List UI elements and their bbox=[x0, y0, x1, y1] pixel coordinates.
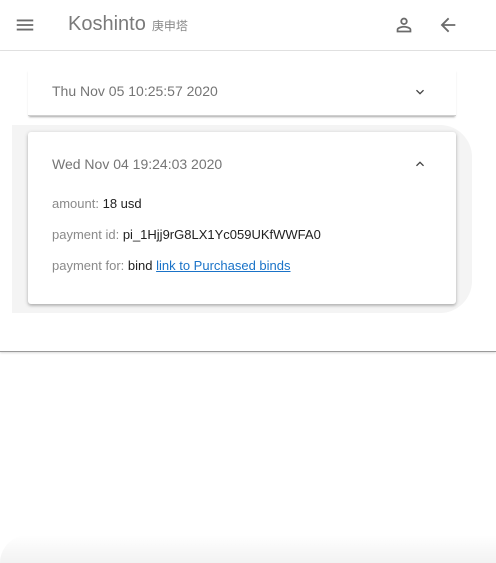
payment-for-value: bind bbox=[127, 258, 153, 273]
arrow-back-icon[interactable] bbox=[436, 13, 460, 37]
payment-for-label: payment for: bbox=[52, 258, 125, 273]
payment-panel-collapsed[interactable]: Thu Nov 05 10:25:57 2020 bbox=[28, 69, 456, 116]
payment-id-value: pi_1Hjj9rG8LX1Yc059UKfWWFA0 bbox=[122, 227, 321, 242]
payment-date[interactable]: Wed Nov 04 19:24:03 2020 bbox=[52, 156, 222, 172]
app-bar: Koshinto 庚申塔 bbox=[0, 0, 496, 51]
payment-id-row: payment id: pi_1Hjj9rG8LX1Yc059UKfWWFA0 bbox=[52, 227, 321, 242]
amount-label: amount: bbox=[52, 196, 99, 211]
purchased-binds-link[interactable]: link to Purchased binds bbox=[156, 258, 290, 273]
payment-id-label: payment id: bbox=[52, 227, 120, 242]
amount-value: 18 usd bbox=[102, 196, 142, 211]
payment-for-row: payment for: bind link to Purchased bind… bbox=[52, 258, 291, 273]
amount-row: amount: 18 usd bbox=[52, 196, 142, 211]
payment-panel-expanded: Wed Nov 04 19:24:03 2020 amount: 18 usd … bbox=[28, 132, 456, 304]
app-title: Koshinto 庚申塔 bbox=[68, 13, 188, 36]
bottom-shadow bbox=[0, 535, 496, 563]
payments-list: Thu Nov 05 10:25:57 2020 Wed Nov 04 19:2… bbox=[0, 51, 496, 352]
app-subtitle: 庚申塔 bbox=[151, 19, 188, 33]
chevron-up-icon[interactable] bbox=[412, 156, 428, 172]
chevron-down-icon[interactable] bbox=[412, 84, 428, 100]
payment-date: Thu Nov 05 10:25:57 2020 bbox=[52, 83, 218, 99]
app-title-text: Koshinto bbox=[68, 13, 146, 35]
menu-icon[interactable] bbox=[13, 13, 37, 37]
account-icon[interactable] bbox=[392, 13, 416, 37]
